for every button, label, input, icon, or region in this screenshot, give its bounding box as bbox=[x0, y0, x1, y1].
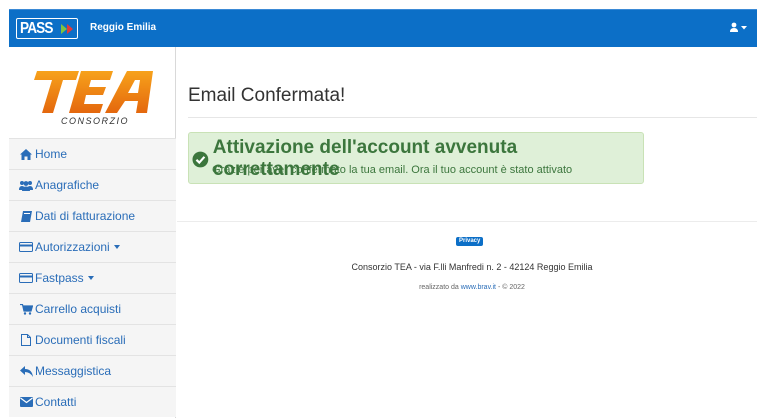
sidebar-item-label: Autorizzazioni bbox=[35, 240, 110, 254]
page-title: Email Confermata! bbox=[188, 85, 346, 106]
sidebar-item-documenti-fiscali[interactable]: Documenti fiscali bbox=[9, 324, 176, 355]
sidebar-item-home[interactable]: Home bbox=[9, 138, 176, 169]
success-alert: Attivazione dell'account avvenuta corret… bbox=[188, 132, 644, 184]
sidebar-item-label: Fastpass bbox=[35, 271, 84, 285]
sidebar-item-dati-fatturazione[interactable]: Dati di fatturazione bbox=[9, 200, 176, 231]
top-navbar: PASS Reggio Emilia bbox=[0, 0, 757, 47]
sidebar-item-messaggistica[interactable]: Messaggistica bbox=[9, 355, 176, 386]
chevron-down-icon bbox=[87, 276, 94, 280]
tea-logo[interactable]: CONSORZIO bbox=[9, 47, 176, 137]
sidebar-item-label: Carrello acquisti bbox=[35, 302, 122, 316]
home-icon bbox=[19, 148, 33, 160]
chevron-down-icon bbox=[113, 245, 120, 249]
sidebar-item-label: Contatti bbox=[35, 395, 77, 409]
city-name: Reggio Emilia bbox=[90, 22, 157, 33]
card-icon bbox=[19, 272, 33, 284]
credits-suffix: - © 2022 bbox=[497, 284, 525, 291]
user-icon bbox=[730, 22, 747, 32]
sidebar-item-carrello[interactable]: Carrello acquisti bbox=[9, 293, 176, 324]
sidebar-item-fastpass[interactable]: Fastpass bbox=[9, 262, 176, 293]
user-menu-toggle[interactable] bbox=[729, 21, 749, 35]
users-icon bbox=[19, 179, 33, 191]
sidebar-item-contatti[interactable]: Contatti bbox=[9, 386, 176, 417]
card-icon bbox=[19, 241, 33, 253]
tea-logo-graphic: CONSORZIO bbox=[34, 71, 153, 126]
book-icon bbox=[19, 210, 33, 222]
sidebar-item-label: Documenti fiscali bbox=[35, 333, 126, 347]
sidebar-item-autorizzazioni[interactable]: Autorizzazioni bbox=[9, 231, 176, 262]
credits-link[interactable]: www.brav.it bbox=[461, 284, 496, 291]
file-icon bbox=[19, 334, 33, 346]
pass-logo[interactable]: PASS bbox=[16, 18, 78, 39]
footer-address: Consorzio TEA - via F.lli Manfredi n. 2 … bbox=[351, 262, 593, 272]
footer-divider bbox=[177, 221, 757, 222]
sidebar-item-label: Dati di fatturazione bbox=[35, 209, 136, 223]
pass-logo-text: PASS bbox=[20, 20, 53, 37]
sidebar: CONSORZIO Home Anagrafiche Dati di fattu… bbox=[9, 47, 176, 418]
reply-icon bbox=[19, 365, 33, 377]
sidebar-item-anagrafiche[interactable]: Anagrafiche bbox=[9, 169, 176, 200]
privacy-button[interactable]: Privacy bbox=[456, 237, 484, 246]
sidebar-item-label: Home bbox=[35, 147, 68, 161]
title-divider bbox=[188, 117, 757, 118]
credits-prefix: realizzato da bbox=[419, 284, 459, 291]
sidebar-item-label: Anagrafiche bbox=[35, 178, 100, 192]
cart-icon bbox=[19, 303, 33, 315]
main-content: Email Confermata! Attivazione dell'accou… bbox=[177, 47, 757, 418]
footer-credits: realizzato da www.brav.it - © 2022 bbox=[177, 284, 757, 291]
sidebar-item-label: Messaggistica bbox=[35, 364, 112, 378]
envelope-icon bbox=[19, 396, 33, 408]
tea-logo-subtitle: CONSORZIO bbox=[61, 116, 129, 126]
check-circle-icon bbox=[192, 151, 209, 167]
play-arrows-icon bbox=[61, 24, 73, 34]
sidebar-nav: Home Anagrafiche Dati di fatturazione Au… bbox=[9, 138, 176, 417]
navbar-bar: PASS Reggio Emilia bbox=[9, 9, 757, 47]
alert-message: Grazie per aver confermato la tua email.… bbox=[212, 164, 573, 176]
